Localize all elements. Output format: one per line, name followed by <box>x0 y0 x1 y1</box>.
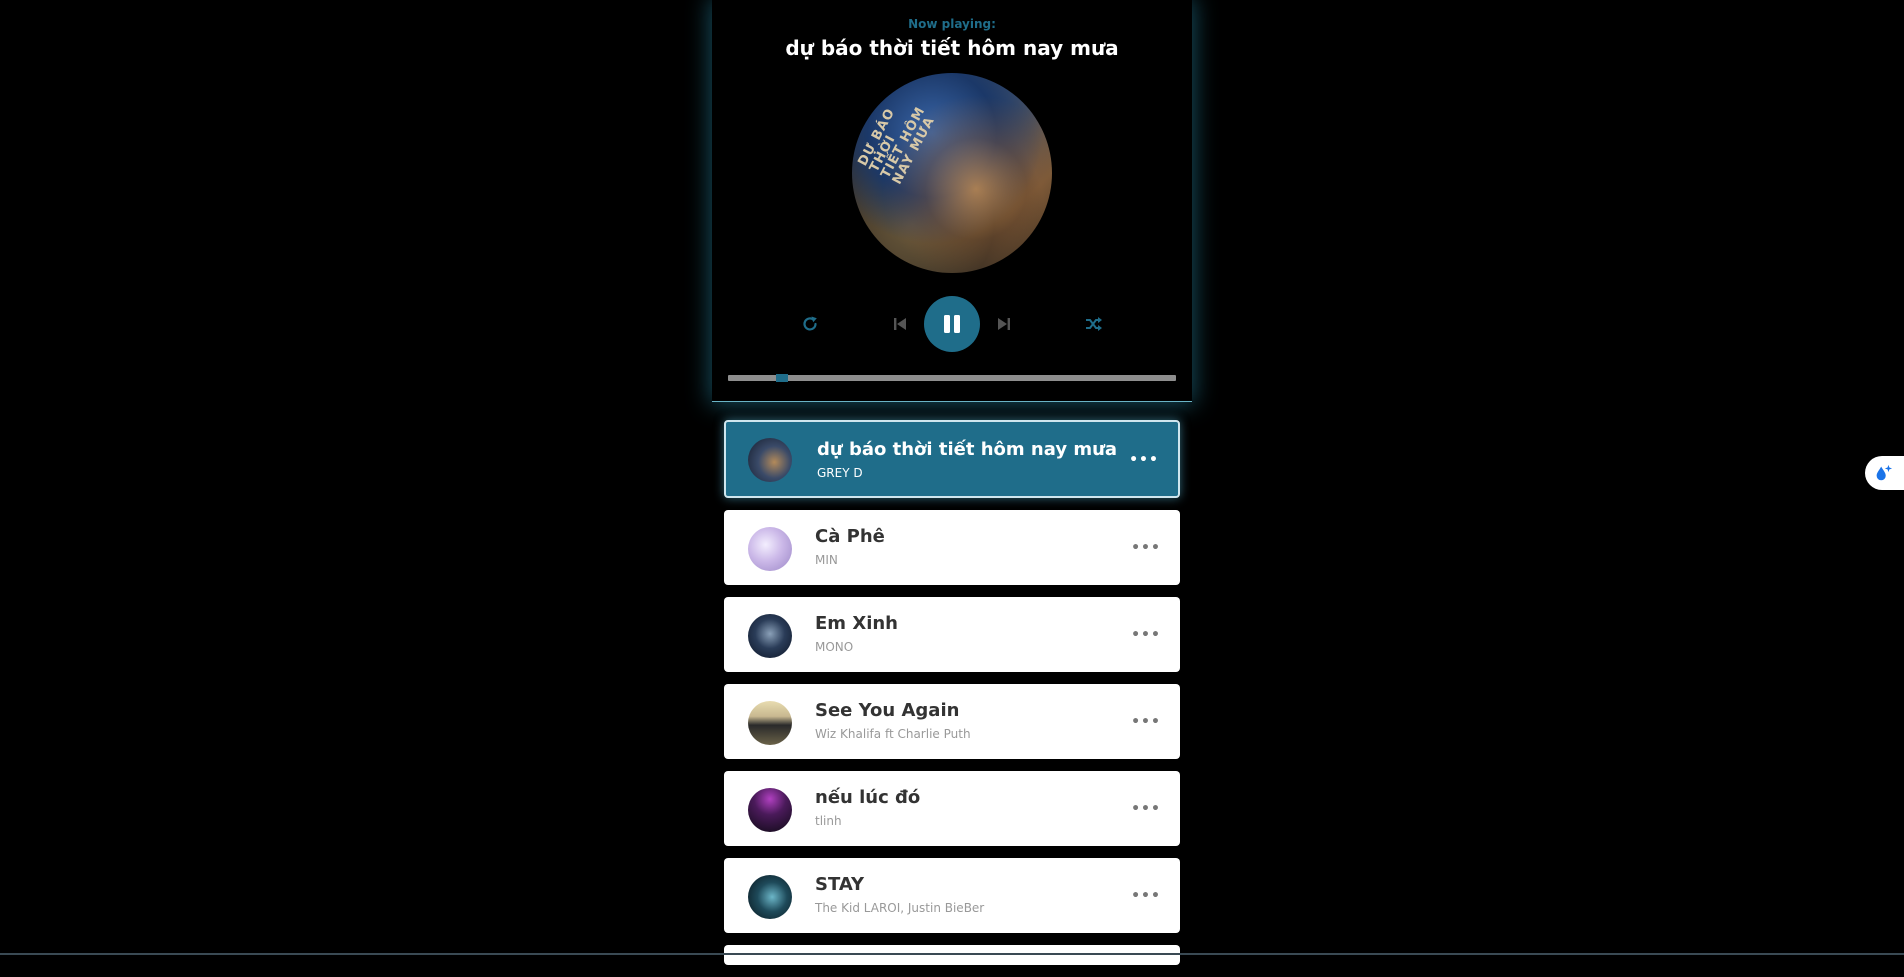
song-thumbnail <box>748 614 792 658</box>
water-drop-sparkle-icon <box>1876 464 1893 481</box>
song-title: nếu lúc đó <box>815 787 921 808</box>
song-title: See You Again <box>815 700 960 721</box>
step-forward-icon <box>998 318 1010 330</box>
pause-icon <box>944 315 960 333</box>
song-thumbnail <box>748 701 792 745</box>
step-backward-icon <box>894 318 906 330</box>
song-body: Cà Phê MIN <box>815 526 1115 567</box>
song-options-button[interactable]: ••• <box>1131 625 1160 645</box>
more-options-icon: ••• <box>1131 888 1161 904</box>
song-options-button[interactable]: ••• <box>1131 799 1160 819</box>
song-body: dự báo thời tiết hôm nay mưa GREY D <box>817 439 1117 480</box>
song-author: The Kid LAROI, Justin BieBer <box>815 901 985 915</box>
progress-bar[interactable] <box>728 374 1176 382</box>
song-options-button[interactable]: ••• <box>1129 450 1158 470</box>
repeat-button[interactable] <box>796 310 824 338</box>
cd-thumbnail: DỰ BÁO THỜI TIẾT HÔM NAY MƯA <box>852 73 1052 273</box>
song-author: GREY D <box>817 466 863 480</box>
song-item[interactable]: Em Xinh MONO ••• <box>724 597 1180 672</box>
play-pause-button[interactable] <box>924 296 980 352</box>
song-author: MONO <box>815 640 854 654</box>
playlist: dự báo thời tiết hôm nay mưa GREY D ••• … <box>724 420 1180 977</box>
song-item[interactable]: See You Again Wiz Khalifa ft Charlie Put… <box>724 684 1180 759</box>
song-options-button[interactable]: ••• <box>1131 886 1160 906</box>
song-body: STAY The Kid LAROI, Justin BieBer <box>815 874 1115 915</box>
cd-cover-text: DỰ BÁO THỜI TIẾT HÔM NAY MƯA <box>855 104 939 187</box>
song-body: See You Again Wiz Khalifa ft Charlie Put… <box>815 700 1115 741</box>
song-title: STAY <box>815 874 865 895</box>
song-thumbnail <box>748 527 792 571</box>
dashboard: Now playing: dự báo thời tiết hôm nay mư… <box>712 0 1192 402</box>
prev-button[interactable] <box>886 310 914 338</box>
repeat-icon <box>803 316 817 331</box>
song-thumbnail <box>748 438 792 482</box>
song-title: Cà Phê <box>815 526 885 547</box>
song-title: dự báo thời tiết hôm nay mưa <box>817 439 1118 460</box>
music-player: Now playing: dự báo thời tiết hôm nay mư… <box>0 0 1904 965</box>
more-options-icon: ••• <box>1131 540 1161 556</box>
song-item-partial[interactable] <box>724 945 1180 965</box>
current-song-title: dự báo thời tiết hôm nay mưa <box>785 36 1119 60</box>
song-thumbnail <box>748 788 792 832</box>
song-options-button[interactable]: ••• <box>1131 538 1160 558</box>
more-options-icon: ••• <box>1131 714 1161 730</box>
song-options-button[interactable]: ••• <box>1131 712 1160 732</box>
song-item[interactable]: Cà Phê MIN ••• <box>724 510 1180 585</box>
song-body: nếu lúc đó tlinh <box>815 787 1115 828</box>
more-options-icon: ••• <box>1129 452 1159 468</box>
now-playing-label: Now playing: <box>908 17 996 31</box>
song-body: Em Xinh MONO <box>815 613 1115 654</box>
song-author: MIN <box>815 553 838 567</box>
song-author: Wiz Khalifa ft Charlie Puth <box>815 727 971 741</box>
song-item-active[interactable]: dự báo thời tiết hôm nay mưa GREY D ••• <box>724 420 1180 498</box>
progress-thumb[interactable] <box>775 374 788 382</box>
shuffle-icon <box>1086 317 1102 331</box>
song-item[interactable]: nếu lúc đó tlinh ••• <box>724 771 1180 846</box>
song-author: tlinh <box>815 814 842 828</box>
song-item[interactable]: STAY The Kid LAROI, Justin BieBer ••• <box>724 858 1180 933</box>
song-thumbnail <box>748 875 792 919</box>
side-extension-button[interactable] <box>1865 456 1904 490</box>
more-options-icon: ••• <box>1131 627 1161 643</box>
more-options-icon: ••• <box>1131 801 1161 817</box>
song-title: Em Xinh <box>815 613 898 634</box>
next-button[interactable] <box>990 310 1018 338</box>
player-controls <box>712 296 1192 352</box>
shuffle-button[interactable] <box>1080 310 1108 338</box>
